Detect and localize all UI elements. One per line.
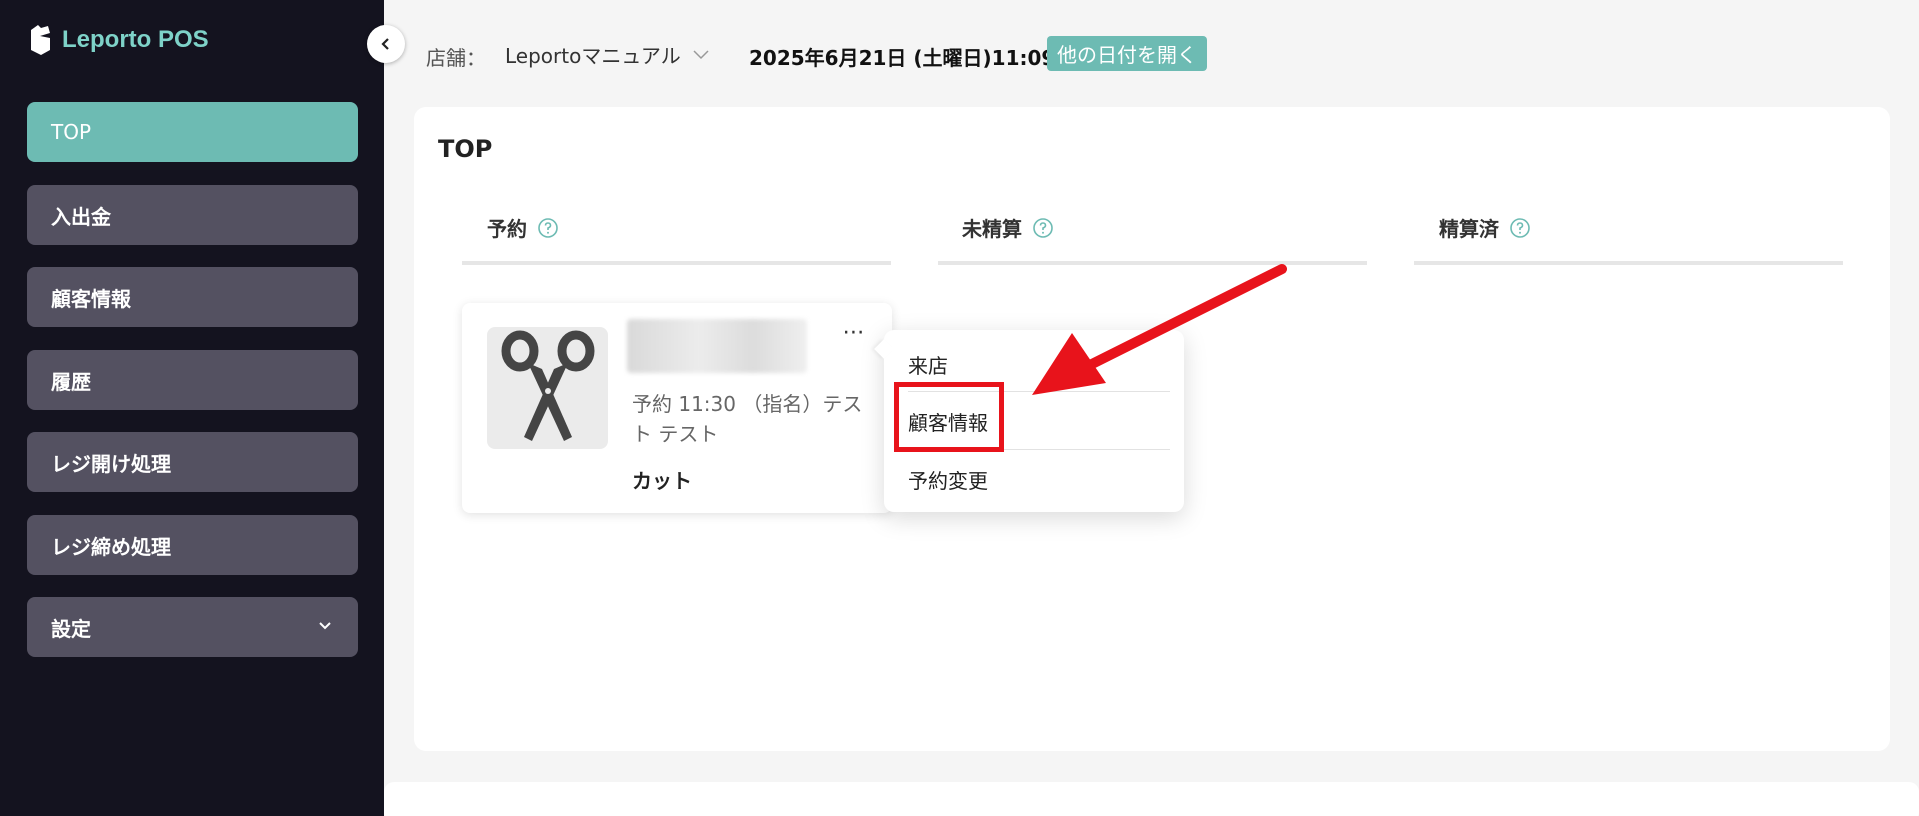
column-header-reservations: 予約 [487, 213, 559, 242]
header: 店舗： Leportoマニュアル 2025年6月21日 (土曜日)11:09 他… [384, 0, 1919, 105]
sidebar-item-label: 設定 [51, 616, 91, 641]
chevron-left-icon [381, 38, 389, 50]
highlight-box [894, 382, 1004, 452]
column-label: 予約 [487, 217, 527, 241]
help-icon[interactable] [1509, 217, 1531, 239]
sidebar-item-deposit-withdrawal[interactable]: 入出金 [27, 185, 358, 245]
sidebar-item-label: レジ締め処理 [51, 534, 171, 559]
menu-item-check-in[interactable]: 来店 [908, 350, 1170, 379]
column-divider [1414, 261, 1843, 265]
column-label: 精算済 [1439, 217, 1499, 241]
sidebar-item-customer-info[interactable]: 顧客情報 [27, 267, 358, 327]
sidebar-item-label: 履歴 [51, 369, 91, 394]
sidebar-item-label: レジ開け処理 [51, 451, 171, 476]
column-divider [462, 261, 891, 265]
brand-logo-icon [31, 25, 50, 55]
help-icon[interactable] [1032, 217, 1054, 239]
sidebar-item-top[interactable]: TOP [27, 102, 358, 162]
customer-name-redacted [627, 319, 807, 373]
store-select[interactable]: Leportoマニュアル [505, 40, 709, 69]
column-divider [938, 261, 1367, 265]
column-label: 未精算 [962, 217, 1022, 241]
help-icon[interactable] [537, 217, 559, 239]
column-header-settled: 精算済 [1439, 213, 1531, 242]
sidebar-item-register-close[interactable]: レジ締め処理 [27, 515, 358, 575]
chevron-down-icon [693, 49, 709, 59]
current-date: 2025年6月21日 (土曜日)11:09 [749, 46, 1056, 70]
sidebar-item-register-open[interactable]: レジ開け処理 [27, 432, 358, 492]
sidebar-item-label: 顧客情報 [51, 286, 131, 311]
sidebar-item-history[interactable]: 履歴 [27, 350, 358, 410]
brand-name: Leporto POS [62, 26, 209, 53]
reservation-card[interactable]: ⋯ 予約 11:30 （指名）テスト テスト カット [462, 303, 892, 513]
menu-item-change-reservation[interactable]: 予約変更 [908, 465, 1170, 494]
scissors-icon [501, 330, 594, 441]
store-label: 店舗： [426, 46, 486, 70]
store-select-value: Leportoマニュアル [505, 44, 681, 68]
sidebar-item-label: 入出金 [51, 204, 111, 229]
open-other-date-button[interactable]: 他の日付を開く [1047, 36, 1207, 71]
sidebar-collapse-button[interactable] [367, 25, 405, 63]
lower-panel [384, 782, 1919, 816]
sidebar-item-label: TOP [51, 120, 92, 144]
brand: Leporto POS [28, 24, 209, 56]
more-options-button[interactable]: ⋯ [837, 322, 871, 347]
page-title: TOP [438, 135, 493, 163]
reservation-detail: 予約 11:30 （指名）テスト テスト [632, 392, 863, 446]
reservation-menu: カット [632, 469, 692, 493]
column-header-unsettled: 未精算 [962, 213, 1054, 242]
sidebar: Leporto POS TOP 入出金 顧客情報 履歴 レジ開け処理 レジ締め処… [0, 0, 384, 816]
sidebar-item-settings[interactable]: 設定 [27, 597, 358, 657]
chevron-down-icon [319, 622, 331, 630]
service-thumbnail [487, 327, 608, 449]
